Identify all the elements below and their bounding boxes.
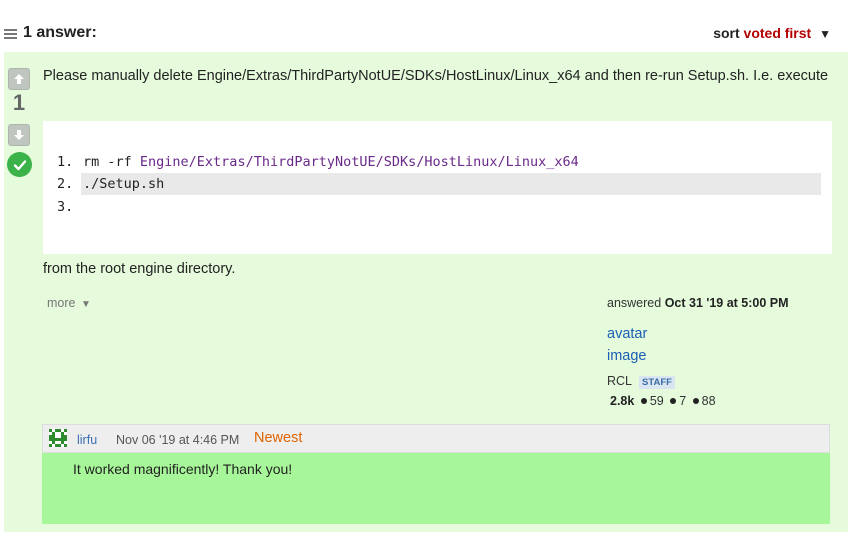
staff-badge: STAFF xyxy=(639,376,675,389)
arrow-down-icon xyxy=(14,130,24,140)
sort-dropdown[interactable]: sort voted first ▼ xyxy=(713,25,831,41)
more-label[interactable]: more xyxy=(47,296,75,310)
line-number: 1. xyxy=(57,154,74,170)
answer-followup-text: from the root engine directory. xyxy=(43,261,236,277)
vote-count: 1 xyxy=(12,90,26,115)
reputation-score: 2.8k xyxy=(610,394,635,408)
user-name-link[interactable]: RCL xyxy=(607,374,632,388)
accepted-answer-badge xyxy=(7,152,32,177)
comment-date: Nov 06 '19 at 4:46 PM xyxy=(116,433,240,447)
code-line: 1. rm -rf Engine/Extras/ThirdPartyNotUE/… xyxy=(43,151,832,173)
downvote-button[interactable] xyxy=(8,124,30,146)
badge-dot-icon xyxy=(670,398,677,405)
more-menu[interactable]: more ▼ xyxy=(47,296,91,310)
newest-badge: Newest xyxy=(254,430,303,446)
arrow-up-icon xyxy=(14,74,24,84)
badge-count: 7 xyxy=(679,394,687,408)
code-line: 3. xyxy=(43,196,832,218)
answer-post: 1 Please manually delete Engine/Extras/T… xyxy=(4,52,848,532)
sort-value[interactable]: voted first xyxy=(744,25,812,41)
answers-header: 1 answer: sort voted first ▼ xyxy=(0,22,849,46)
user-info: RCL STAFF xyxy=(607,374,675,389)
chevron-down-icon[interactable]: ▼ xyxy=(81,299,91,310)
code-line-highlighted: 2. ./Setup.sh xyxy=(43,173,832,195)
upvote-button[interactable] xyxy=(8,68,30,90)
answered-timestamp: answered Oct 31 '19 at 5:00 PM xyxy=(607,296,789,310)
user-reputation: 2.8k 59 7 88 xyxy=(610,394,716,408)
badge-dot-icon xyxy=(640,398,647,405)
comment: lirfu Nov 06 '19 at 4:46 PM Newest It wo… xyxy=(42,424,830,524)
sort-label: sort xyxy=(713,25,740,41)
comment-user-link[interactable]: lirfu xyxy=(77,433,97,447)
code-block: 1. rm -rf Engine/Extras/ThirdPartyNotUE/… xyxy=(43,121,832,254)
answers-count: 1 answer: xyxy=(23,24,97,41)
comment-text: It worked magnificently! Thank you! xyxy=(73,461,293,477)
code-command: ./Setup.sh xyxy=(83,176,165,192)
code-path: Engine/Extras/ThirdPartyNotUE/SDKs/HostL… xyxy=(139,154,579,170)
answered-label: answered xyxy=(607,296,662,310)
answer-body-text: Please manually delete Engine/Extras/Thi… xyxy=(43,68,829,84)
avatar-alt-text[interactable]: avatar image xyxy=(607,323,647,367)
code-command: rm -rf xyxy=(83,154,140,170)
comment-header: lirfu Nov 06 '19 at 4:46 PM Newest xyxy=(42,424,830,453)
badge-count: 88 xyxy=(701,394,716,408)
answered-date: Oct 31 '19 at 5:00 PM xyxy=(664,296,789,310)
avatar-alt-line[interactable]: avatar xyxy=(607,323,647,345)
identicon-avatar[interactable] xyxy=(49,429,67,447)
line-number: 3. xyxy=(57,199,74,215)
chevron-down-icon[interactable]: ▼ xyxy=(819,27,831,41)
badge-dot-icon xyxy=(692,398,699,405)
avatar-alt-line[interactable]: image xyxy=(607,345,647,367)
line-number: 2. xyxy=(57,176,74,192)
checkmark-icon xyxy=(13,159,26,170)
badge-count: 59 xyxy=(649,394,664,408)
list-icon[interactable] xyxy=(4,29,17,41)
